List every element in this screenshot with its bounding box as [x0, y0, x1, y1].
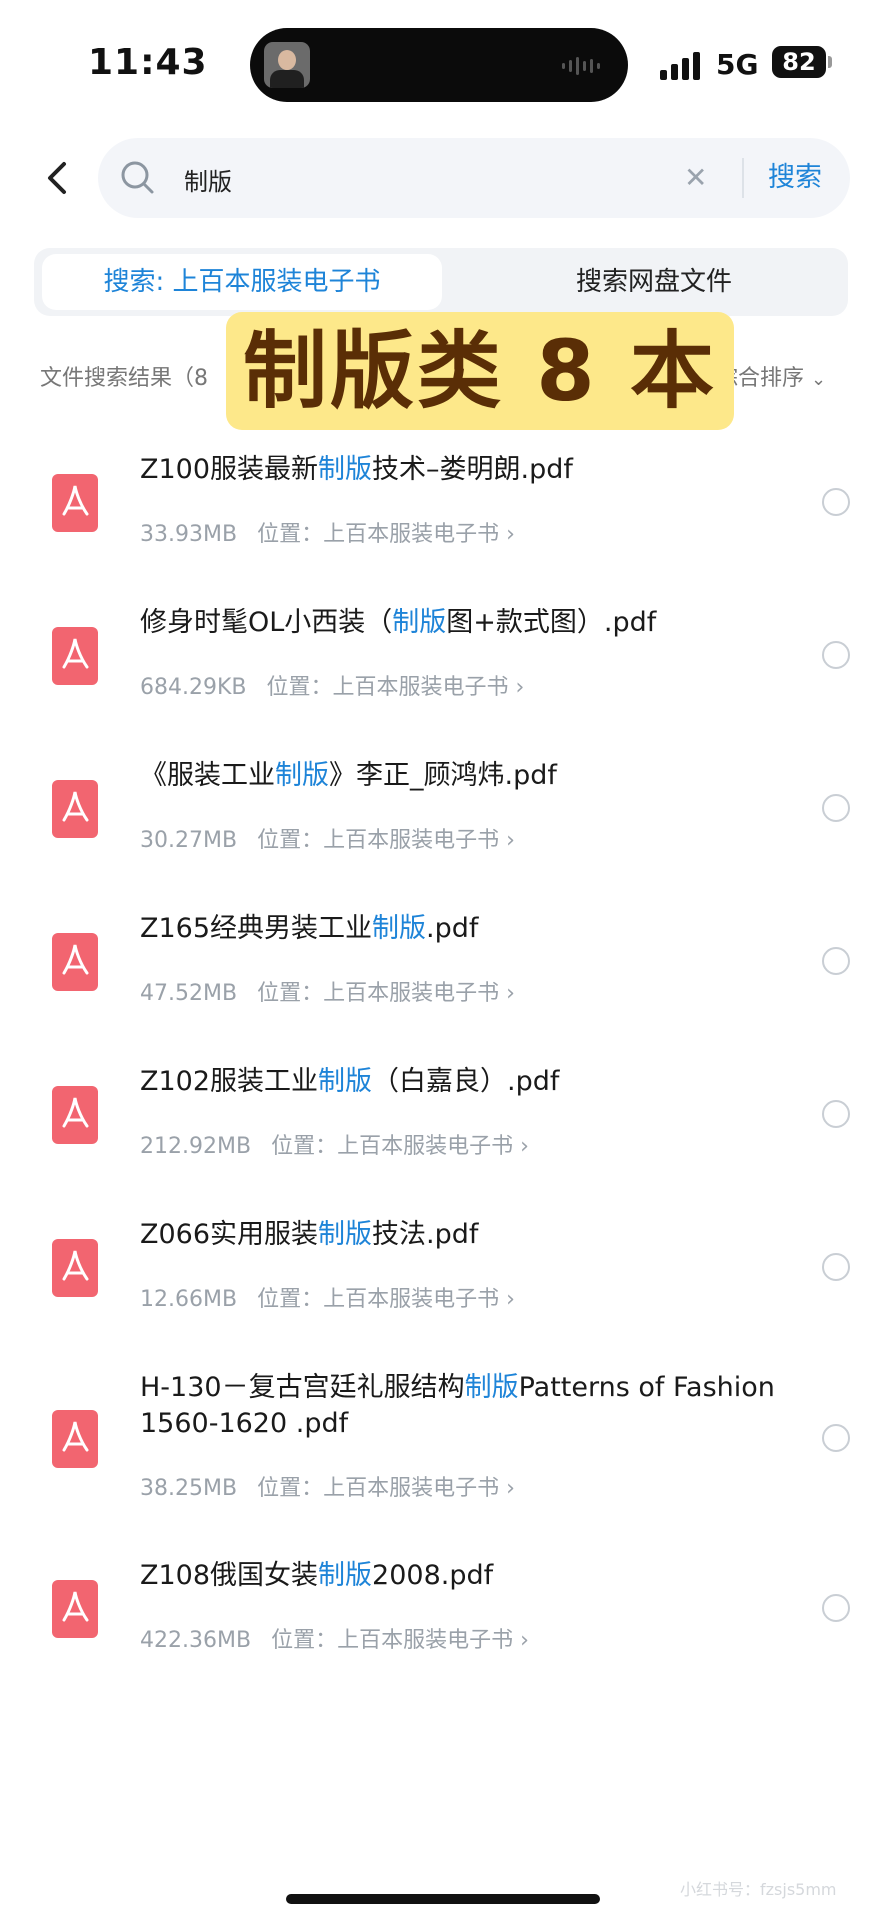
clear-icon[interactable]: ✕ [684, 158, 707, 198]
search-bar: 制版 ✕ 搜索 [98, 138, 850, 218]
tab-ebooks[interactable]: 搜索: 上百本服装电子书 [42, 254, 442, 310]
file-meta: 47.52MB 位置：上百本服装电子书 › [140, 981, 515, 1006]
file-title: 《服装工业制版》李正_顾鸿炜.pdf [140, 760, 557, 791]
file-title: Z100服装最新制版技术–娄明朗.pdf [140, 454, 573, 485]
file-meta: 422.36MB 位置：上百本服装电子书 › [140, 1628, 529, 1653]
select-radio[interactable] [822, 1100, 850, 1128]
overlay-banner: 制版类 8 本 [226, 312, 734, 430]
file-title: Z066实用服装制版技法.pdf [140, 1219, 479, 1250]
select-radio[interactable] [822, 1424, 850, 1452]
pdf-icon [52, 1086, 98, 1144]
chevron-down-icon: ⌄ [811, 369, 827, 390]
pdf-icon [52, 474, 98, 532]
avatar [264, 42, 310, 88]
pdf-icon [52, 1410, 98, 1468]
pdf-icon [52, 1239, 98, 1297]
file-meta: 212.92MB 位置：上百本服装电子书 › [140, 1134, 529, 1159]
file-meta: 684.29KB 位置：上百本服装电子书 › [140, 675, 525, 700]
banner-text: 制版类 8 本 [243, 322, 717, 420]
pdf-icon [52, 780, 98, 838]
file-meta: 33.93MB 位置：上百本服装电子书 › [140, 522, 515, 547]
file-title: 修身时髦OL小西装（制版图+款式图）.pdf [140, 607, 657, 638]
home-indicator[interactable] [286, 1894, 600, 1904]
source-tabs: 搜索: 上百本服装电子书 搜索网盘文件 [34, 248, 848, 316]
battery-icon: 82 [772, 46, 826, 78]
pdf-icon [52, 933, 98, 991]
select-radio[interactable] [822, 947, 850, 975]
pdf-icon [52, 627, 98, 685]
file-meta: 30.27MB 位置：上百本服装电子书 › [140, 828, 515, 853]
file-title: Z165经典男装工业制版.pdf [140, 913, 479, 944]
pdf-icon [52, 1580, 98, 1638]
audio-wave-icon [562, 56, 600, 76]
back-icon[interactable] [40, 158, 74, 198]
file-meta: 12.66MB 位置：上百本服装电子书 › [140, 1287, 515, 1312]
file-title: Z102服装工业制版（白嘉良）.pdf [140, 1066, 560, 1097]
search-icon [118, 158, 158, 198]
search-input[interactable]: 制版 [184, 162, 232, 197]
select-radio[interactable] [822, 794, 850, 822]
watermark: 小红书号：fzsjs5mm [680, 1880, 837, 1899]
results-count: 文件搜索结果（8 [40, 366, 208, 391]
select-radio[interactable] [822, 641, 850, 669]
signal-icon [660, 52, 700, 80]
tab-netdisk[interactable]: 搜索网盘文件 [504, 254, 804, 310]
status-time: 11:43 [88, 42, 208, 83]
select-radio[interactable] [822, 1253, 850, 1281]
file-title: Z108俄国女装制版2008.pdf [140, 1560, 494, 1591]
search-button[interactable]: 搜索 [768, 158, 822, 198]
file-title: H-130－复古宫廷礼服结构制版Patterns of Fashion 1560… [140, 1372, 775, 1439]
network-type: 5G [716, 48, 759, 81]
divider [742, 158, 744, 198]
file-meta: 38.25MB 位置：上百本服装电子书 › [140, 1476, 515, 1501]
select-radio[interactable] [822, 1594, 850, 1622]
select-radio[interactable] [822, 488, 850, 516]
dynamic-island [250, 28, 628, 102]
battery-tip [828, 56, 832, 68]
